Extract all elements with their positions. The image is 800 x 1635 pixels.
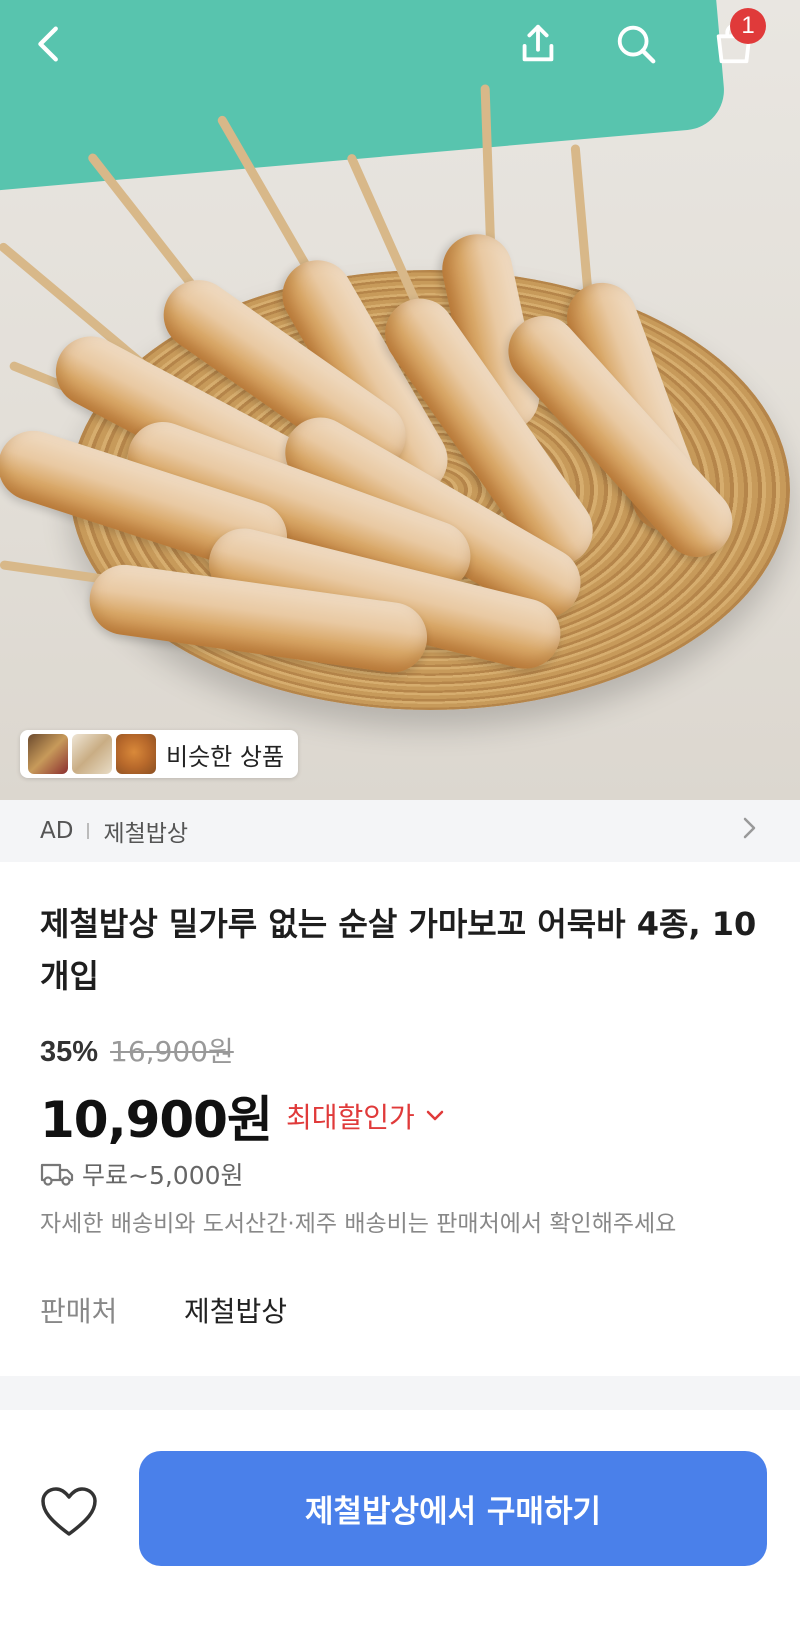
shipping-fee: 무료~5,000원 (82, 1161, 244, 1190)
product-image[interactable]: 1 비슷한 상품 (0, 0, 800, 800)
cart-count-badge: 1 (730, 8, 766, 44)
discount-rate: 35% (40, 1036, 99, 1068)
discount-row: 35% 16,900원 (40, 1030, 234, 1070)
top-nav-bar: 1 (0, 0, 800, 100)
cart-button[interactable]: 1 (704, 8, 766, 74)
search-button[interactable] (606, 14, 666, 74)
similar-products-label: 비슷한 상품 (166, 742, 285, 771)
similar-products-chip[interactable]: 비슷한 상품 (20, 730, 299, 778)
search-icon (617, 25, 656, 64)
shipping-note: 자세한 배송비와 도서산간·제주 배송비는 판매처에서 확인해주세요 (40, 1211, 677, 1237)
sale-price: 10,900원 (40, 1091, 273, 1149)
similar-thumbnails (28, 734, 156, 774)
chevron-left-icon (38, 26, 58, 62)
similar-thumbnail (28, 734, 68, 774)
truck-icon (40, 1163, 74, 1186)
back-button[interactable] (20, 14, 80, 74)
shipping-row: 무료~5,000원 (40, 1156, 244, 1192)
divider (87, 823, 90, 839)
original-price: 16,900원 (110, 1035, 234, 1068)
seller-name[interactable]: 제철밥상 (184, 1290, 287, 1330)
max-discount-label: 최대할인가 (285, 1101, 415, 1134)
buy-button[interactable]: 제철밥상에서 구매하기 (139, 1451, 767, 1566)
similar-thumbnail (116, 734, 156, 774)
ad-brand-name: 제철밥상 (103, 821, 189, 847)
max-discount-toggle[interactable]: 최대할인가 (286, 1096, 445, 1136)
share-button[interactable] (508, 14, 568, 74)
heart-icon (41, 1487, 97, 1536)
price-row: 10,900원 최대할인가 (40, 1080, 445, 1152)
similar-thumbnail (72, 734, 112, 774)
seller-row: 판매처 제철밥상 (40, 1290, 287, 1330)
ad-tag: AD (40, 818, 74, 844)
product-title: 제철밥상 밀가루 없는 순살 가마보꼬 어묵바 4종, 10개입 (40, 905, 757, 995)
ad-brand-bar[interactable]: AD 제철밥상 (0, 800, 800, 862)
seller-label: 판매처 (40, 1295, 118, 1328)
chevron-down-icon (426, 1110, 444, 1121)
section-divider (0, 1376, 800, 1410)
skewer-stick (570, 144, 594, 305)
wishlist-button[interactable] (40, 1486, 98, 1538)
chevron-right-icon (740, 814, 760, 849)
share-icon (522, 24, 554, 62)
